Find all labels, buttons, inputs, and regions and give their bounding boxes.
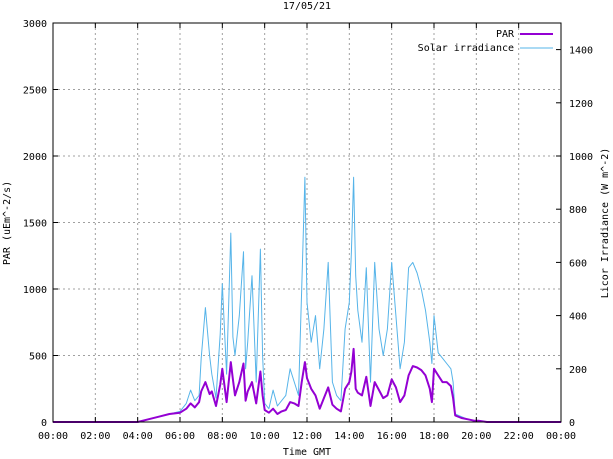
x-tick-label: 00:00 (38, 431, 68, 442)
y-tick-label: 2500 (23, 86, 47, 97)
chart: 00:00 02:00 04:00 06:00 08:00 10:00 12:00 14:00… (2, 1, 611, 458)
x-tick-label: 06:00 (165, 431, 195, 442)
x-tick-label: 18:00 (419, 431, 449, 442)
x-tick-label: 10:00 (250, 431, 280, 442)
y2-tick-label: 0 (569, 418, 575, 429)
y2-tick-label: 400 (569, 312, 587, 323)
y-tick-label: 0 (41, 418, 47, 429)
chart-grid (53, 23, 561, 422)
y2-tick-label: 600 (569, 258, 587, 269)
x-tick-label: 08:00 (207, 431, 237, 442)
x-tick-label: 12:00 (292, 431, 322, 442)
y-axis-label: PAR (uEm^-2/s) (2, 181, 13, 265)
x-tick-label: 22:00 (504, 431, 534, 442)
y-tick-label: 1500 (23, 219, 47, 230)
x-tick-label: 00:00 (546, 431, 576, 442)
y-tick-label: 3000 (23, 19, 47, 30)
y2-tick-label: 200 (569, 365, 587, 376)
x-tick-label: 16:00 (377, 431, 407, 442)
y2-tick-label: 1000 (569, 152, 593, 163)
y2-axis-label: Licor Irradiance (W m^-2) (600, 148, 611, 299)
y-tick-label: 1000 (23, 285, 47, 296)
chart-title: 17/05/21 (283, 1, 331, 12)
x-tick-label: 04:00 (123, 431, 153, 442)
y-tick-label: 500 (29, 352, 47, 363)
legend-label-solar-irradiance: Solar irradiance (418, 43, 514, 54)
x-tick-label: 02:00 (80, 431, 110, 442)
legend: PAR Solar irradiance (418, 29, 553, 54)
x-axis-label: Time GMT (283, 447, 331, 458)
x-tick-label: 14:00 (334, 431, 364, 442)
x-tick-label: 20:00 (461, 431, 491, 442)
legend-label-par: PAR (496, 29, 515, 40)
y-tick-label: 2000 (23, 152, 47, 163)
y2-tick-label: 1400 (569, 46, 593, 57)
y2-tick-label: 800 (569, 205, 587, 216)
y2-tick-label: 1200 (569, 99, 593, 110)
